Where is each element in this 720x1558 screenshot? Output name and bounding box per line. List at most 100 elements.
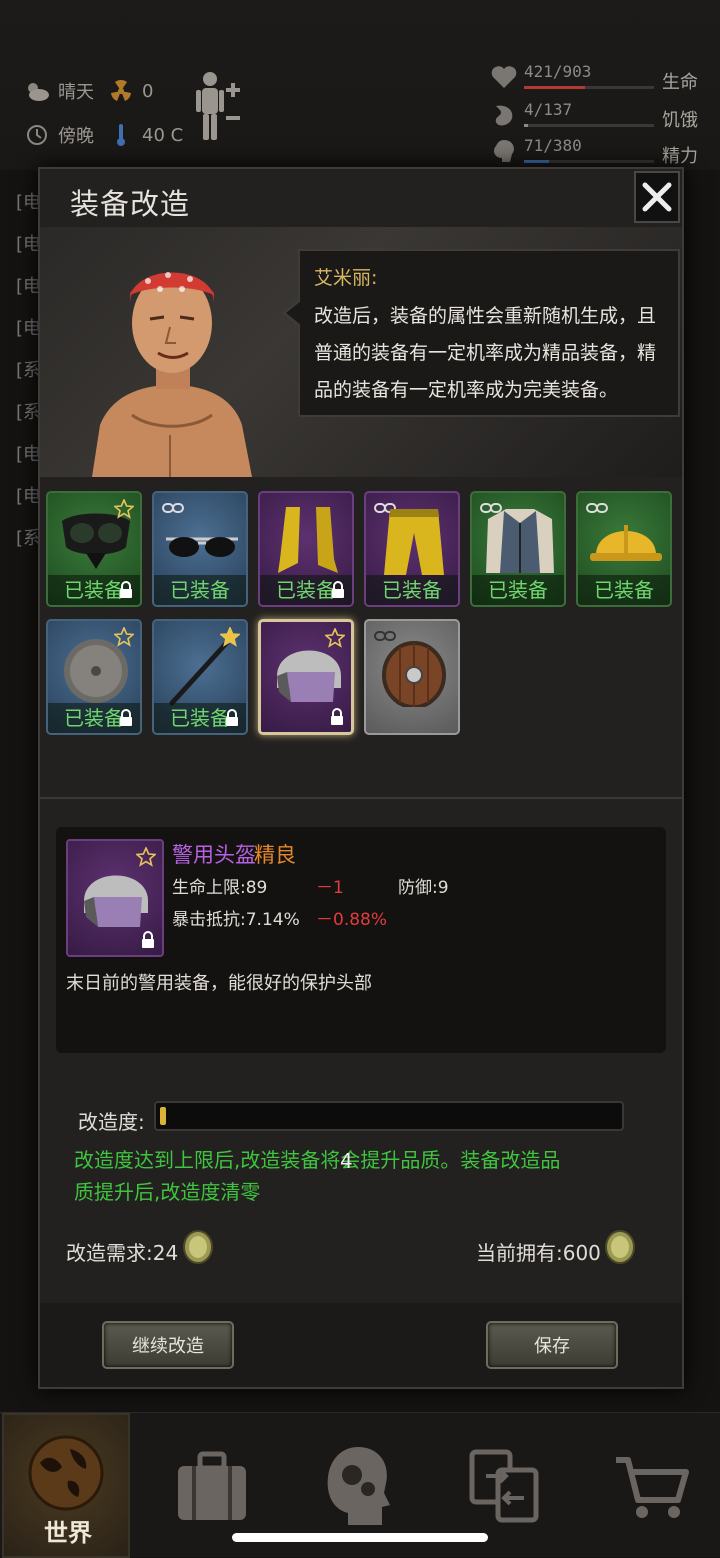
star-icon <box>114 499 134 519</box>
npc-name: 艾米丽: <box>314 267 378 289</box>
lock-icon <box>226 709 238 726</box>
equipped-label: 已装备 <box>578 575 670 605</box>
stat-defense: 防御:9 <box>398 878 449 898</box>
item-name: 警用头盔 <box>172 843 256 867</box>
radiation-value: 0 <box>142 80 154 102</box>
save-button[interactable]: 保存 <box>486 1321 618 1369</box>
stat-crit-resist-delta: －0.88% <box>316 910 388 930</box>
lock-icon <box>120 581 132 598</box>
boots-icon <box>278 507 338 573</box>
equipment-slot-yellow-pants[interactable]: 已装备 <box>364 491 460 607</box>
close-icon <box>642 182 672 212</box>
equipment-slot-vest-jacket[interactable]: 已装备 <box>470 491 566 607</box>
item-detail-card: 警用头盔 精良 生命上限:89 －1 防御:9 暴击抵抗:7.14% －0.88… <box>56 827 666 1053</box>
hunger-value: 4/137 <box>524 100 573 119</box>
energy-label: 精力 <box>662 146 698 167</box>
vital-hunger: 4/137 饥饿 <box>490 100 710 138</box>
equipment-slot-staff[interactable]: 已装备 <box>152 619 248 735</box>
npc-speech-bubble: 艾米丽: 改造后，装备的属性会重新随机生成，且普通的装备有一定机率成为精品装备，… <box>282 249 680 417</box>
pants-icon <box>384 509 444 575</box>
lock-icon <box>332 581 344 598</box>
radiation-stat: 0 <box>108 78 153 104</box>
progress-overlay-text: 4 <box>340 1149 353 1173</box>
equipment-slot-hard-hat[interactable]: 已装备 <box>576 491 672 607</box>
star-icon <box>220 627 240 647</box>
item-description: 末日前的警用装备，能很好的保护头部 <box>66 973 372 994</box>
modify-progress-fill <box>160 1107 166 1125</box>
dialog-title: 装备改造 <box>70 187 191 221</box>
npc-panel: 艾米丽: 改造后，装备的属性会重新随机生成，且普通的装备有一定机率成为精品装备，… <box>40 227 682 477</box>
star-icon <box>114 627 134 647</box>
status-bar: 晴天 0 傍晚 40 C 421/903 生命 4/137 饥饿 71/380 <box>0 0 720 170</box>
health-bar <box>524 86 654 89</box>
lock-icon <box>120 709 132 726</box>
stomach-icon <box>490 102 518 130</box>
exchange-icon <box>469 1449 539 1522</box>
temperature-stat: 40 C <box>108 122 183 148</box>
modify-progress-bar <box>154 1101 624 1131</box>
suitcase-icon <box>178 1451 246 1520</box>
item-quality: 精良 <box>254 843 296 867</box>
head-gears-icon <box>327 1446 390 1525</box>
close-button[interactable] <box>634 171 680 223</box>
sunglasses-icon <box>166 537 238 557</box>
police-helmet-icon <box>84 875 148 927</box>
npc-speech-text: 改造后，装备的属性会重新随机生成，且普通的装备有一定机率成为精品装备，精品的装备… <box>314 305 657 401</box>
clock-icon <box>24 122 50 148</box>
stat-max-health-delta: －1 <box>316 878 344 898</box>
star-icon <box>136 847 156 867</box>
thermometer-icon <box>108 122 134 148</box>
equipment-slot-yellow-boots[interactable]: 已装备 <box>258 491 354 607</box>
cloud-sun-icon <box>24 78 50 104</box>
stat-max-health: 生命上限:89 <box>172 878 268 898</box>
equipment-slot-police-helmet[interactable] <box>258 619 354 735</box>
time-text: 傍晚 <box>58 126 94 147</box>
equipment-slot-round-lid[interactable]: 已装备 <box>46 619 142 735</box>
stat-crit-resist: 暴击抵抗:7.14% <box>172 910 300 930</box>
npc-portrait <box>92 272 252 477</box>
wooden-shield-icon <box>382 641 446 707</box>
modify-hint-text: 改造度达到上限后,改造装备将会提升品质。装备改造品质提升后,改造度清零 <box>74 1148 561 1204</box>
temperature-text: 40 C <box>142 124 184 146</box>
selected-item-icon <box>66 839 164 957</box>
lock-icon <box>331 708 343 725</box>
equipment-slot-wooden-shield[interactable] <box>364 619 460 735</box>
dialog-actions: 继续改造 保存 <box>40 1303 682 1387</box>
shopping-cart-icon <box>616 1456 689 1518</box>
nav-world[interactable]: 世界 <box>2 1413 130 1558</box>
weather-text: 晴天 <box>58 82 94 103</box>
character-body-icon[interactable] <box>196 70 242 142</box>
energy-value: 71/380 <box>524 136 582 155</box>
star-icon <box>325 628 345 648</box>
weather-stat: 晴天 <box>24 78 94 104</box>
energy-bar <box>524 160 654 163</box>
lock-icon <box>142 931 154 948</box>
vital-health: 421/903 生命 <box>490 62 710 100</box>
continue-modify-button[interactable]: 继续改造 <box>102 1321 234 1369</box>
nav-world-label: 世界 <box>44 1519 92 1547</box>
heart-icon <box>490 64 518 92</box>
bottle-cap-coin-icon <box>183 1230 213 1264</box>
equipped-label: 已装备 <box>366 575 458 605</box>
equipment-grid: 已装备 已装备 已装备 已装备 已装备 已装备 已装备 已装备 <box>46 491 676 741</box>
hunger-bar <box>524 124 654 127</box>
modify-progress-label: 改造度: <box>78 1110 145 1134</box>
globe-icon <box>28 1435 104 1510</box>
bottle-cap-coin-icon <box>605 1230 635 1264</box>
equipment-slot-goggles-mask[interactable]: 已装备 <box>46 491 142 607</box>
brain-icon <box>490 138 518 166</box>
hard-hat-icon <box>590 525 662 561</box>
equipped-label: 已装备 <box>472 575 564 605</box>
home-indicator <box>232 1533 488 1542</box>
nav-shop[interactable] <box>588 1413 716 1558</box>
currency-owned: 当前拥有:600 <box>476 1241 601 1265</box>
cost-required: 改造需求:24 <box>66 1241 179 1265</box>
section-divider <box>40 797 682 799</box>
equipped-label: 已装备 <box>154 575 246 605</box>
health-value: 421/903 <box>524 62 592 81</box>
equipment-slot-sunglasses[interactable]: 已装备 <box>152 491 248 607</box>
health-label: 生命 <box>662 72 698 93</box>
radiation-icon <box>108 78 134 104</box>
hunger-label: 饥饿 <box>662 110 698 131</box>
jacket-icon <box>486 509 554 573</box>
